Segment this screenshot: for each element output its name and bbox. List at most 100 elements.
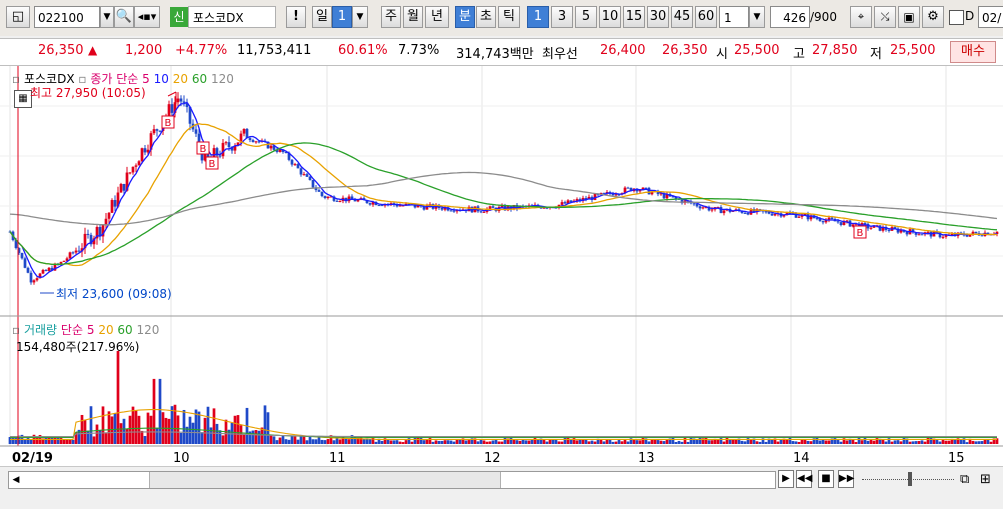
interval-3-button[interactable]: 3 — [551, 6, 573, 28]
volume-bar — [446, 440, 450, 444]
volume-bar — [254, 430, 258, 444]
period-year-button[interactable]: 년 — [425, 6, 449, 28]
volume-bar — [716, 439, 720, 444]
period-day-count[interactable]: 1 — [332, 6, 352, 28]
buy-button[interactable]: 매수 — [950, 41, 996, 63]
candle-body — [479, 211, 483, 213]
up-arrow-icon: ▲ — [88, 43, 98, 57]
multiplier-input[interactable]: 1 — [719, 6, 749, 28]
quote-info-bar: 26,350 ▲ 1,200 +4.77% 11,753,411 60.61% … — [0, 38, 1003, 66]
search-icon[interactable]: 🔍 — [114, 6, 134, 28]
volume-bar — [710, 440, 714, 444]
volume-bar — [284, 439, 288, 444]
period-dropdown-icon[interactable]: ▼ — [352, 6, 368, 28]
volume-bar — [182, 409, 186, 444]
interval-15-button[interactable]: 15 — [623, 6, 645, 28]
zoom-slider[interactable] — [862, 472, 954, 488]
legend-handle-icon[interactable]: ▫ — [12, 72, 20, 86]
window-menu-icon[interactable]: ◱ — [6, 6, 30, 28]
candle-body — [128, 172, 132, 174]
volume-bar — [965, 442, 969, 444]
history-nav-button[interactable]: ◂▪▾ — [134, 6, 160, 28]
scrollbar-thumb[interactable] — [149, 472, 501, 488]
period-day-button[interactable]: 일 — [312, 6, 332, 28]
volume-bar — [941, 439, 945, 444]
volume-bar — [944, 440, 948, 444]
interval-10-button[interactable]: 10 — [599, 6, 621, 28]
volume-bar — [689, 437, 693, 444]
candle-body — [212, 148, 216, 158]
volume-bar — [551, 439, 555, 444]
date-input[interactable]: 02/ — [978, 6, 1003, 28]
gear-icon[interactable]: ⚙ — [922, 6, 944, 28]
date-checkbox[interactable] — [949, 10, 964, 25]
candle-body — [296, 164, 300, 169]
candle-body — [887, 229, 891, 231]
interval-60-button[interactable]: 60 — [695, 6, 717, 28]
stock-code-input[interactable]: 022100 — [34, 6, 100, 28]
volume-bar — [704, 437, 708, 444]
multiplier-dropdown-icon[interactable]: ▼ — [749, 6, 765, 28]
unit-second-button[interactable]: 초 — [476, 6, 496, 28]
candle-body — [692, 203, 696, 205]
candle-body — [926, 231, 930, 233]
interval-1-button[interactable]: 1 — [527, 6, 549, 28]
period-month-button[interactable]: 월 — [403, 6, 423, 28]
volume-bar — [380, 440, 384, 444]
rewind-icon[interactable]: ◀◀ — [796, 470, 812, 488]
legend-ma10: 10 — [153, 72, 169, 86]
save-icon[interactable]: ▣ — [898, 6, 920, 28]
chart-area[interactable]: BBBB 02/19 10 11 12 13 14 15 ▫ 포스코DX ▫ 종가 단순 5… — [0, 66, 1003, 467]
layout-icon[interactable]: ⧉ — [960, 472, 969, 487]
unit-minute-button[interactable]: 분 — [455, 6, 475, 28]
volume-bar — [917, 441, 921, 444]
legend-volume-type[interactable]: 단순 — [61, 323, 83, 337]
unit-tick-button[interactable]: 틱 — [498, 6, 520, 28]
volume-bar — [872, 440, 876, 444]
period-week-button[interactable]: 주 — [381, 6, 401, 28]
interval-45-button[interactable]: 45 — [671, 6, 693, 28]
high-arrow-icon — [167, 91, 177, 97]
bar-count-input[interactable]: 426 — [770, 6, 810, 28]
volume-value: 11,753,411 — [237, 43, 312, 58]
volume-value-note: 154,480주(217.96%) — [16, 340, 140, 354]
horizontal-scrollbar[interactable]: ◀ — [8, 471, 776, 489]
volume-bar — [755, 441, 759, 444]
candle-body — [293, 164, 297, 166]
volume-bar — [305, 440, 309, 444]
volume-bar — [659, 440, 663, 444]
price-volume-chart[interactable]: BBBB 02/19 10 11 12 13 14 15 — [0, 66, 1003, 466]
volume-bar — [806, 440, 810, 444]
volume-bar — [269, 435, 273, 444]
split-view-icon[interactable]: ⊞ — [980, 472, 991, 487]
legend-volume-name[interactable]: 거래량 — [24, 323, 57, 337]
volume-bar — [200, 432, 204, 444]
alert-button[interactable]: ! — [286, 6, 306, 28]
volume-bar — [236, 415, 240, 444]
volume-bar — [788, 437, 792, 444]
stop-icon[interactable]: ■ — [818, 470, 834, 488]
legend-vol-ma60: 60 — [117, 323, 133, 337]
trendline-icon[interactable]: ⤯ — [874, 6, 896, 28]
volume-bar — [209, 427, 213, 444]
volume-bar — [785, 439, 789, 444]
candle-body — [302, 174, 306, 176]
volume-bar — [914, 441, 918, 444]
volume-bar — [890, 441, 894, 444]
volume-bar — [116, 351, 120, 444]
volume-bar — [611, 441, 615, 444]
candle-body — [290, 159, 294, 165]
volume-bar — [179, 432, 183, 444]
zoom-slider-handle[interactable] — [908, 472, 912, 486]
code-dropdown-icon[interactable]: ▼ — [100, 6, 114, 28]
volume-bar — [764, 441, 768, 444]
volume-bar — [497, 441, 501, 444]
crosshair-icon[interactable]: ⌖ — [850, 6, 872, 28]
fast-forward-icon[interactable]: ▶▶ — [838, 470, 854, 488]
play-icon[interactable]: ▶ — [778, 470, 794, 488]
interval-30-button[interactable]: 30 — [647, 6, 669, 28]
volume-bar — [599, 439, 603, 444]
volume-bar — [47, 437, 51, 444]
interval-5-button[interactable]: 5 — [575, 6, 597, 28]
scroll-left-icon[interactable]: ◀ — [9, 472, 23, 488]
